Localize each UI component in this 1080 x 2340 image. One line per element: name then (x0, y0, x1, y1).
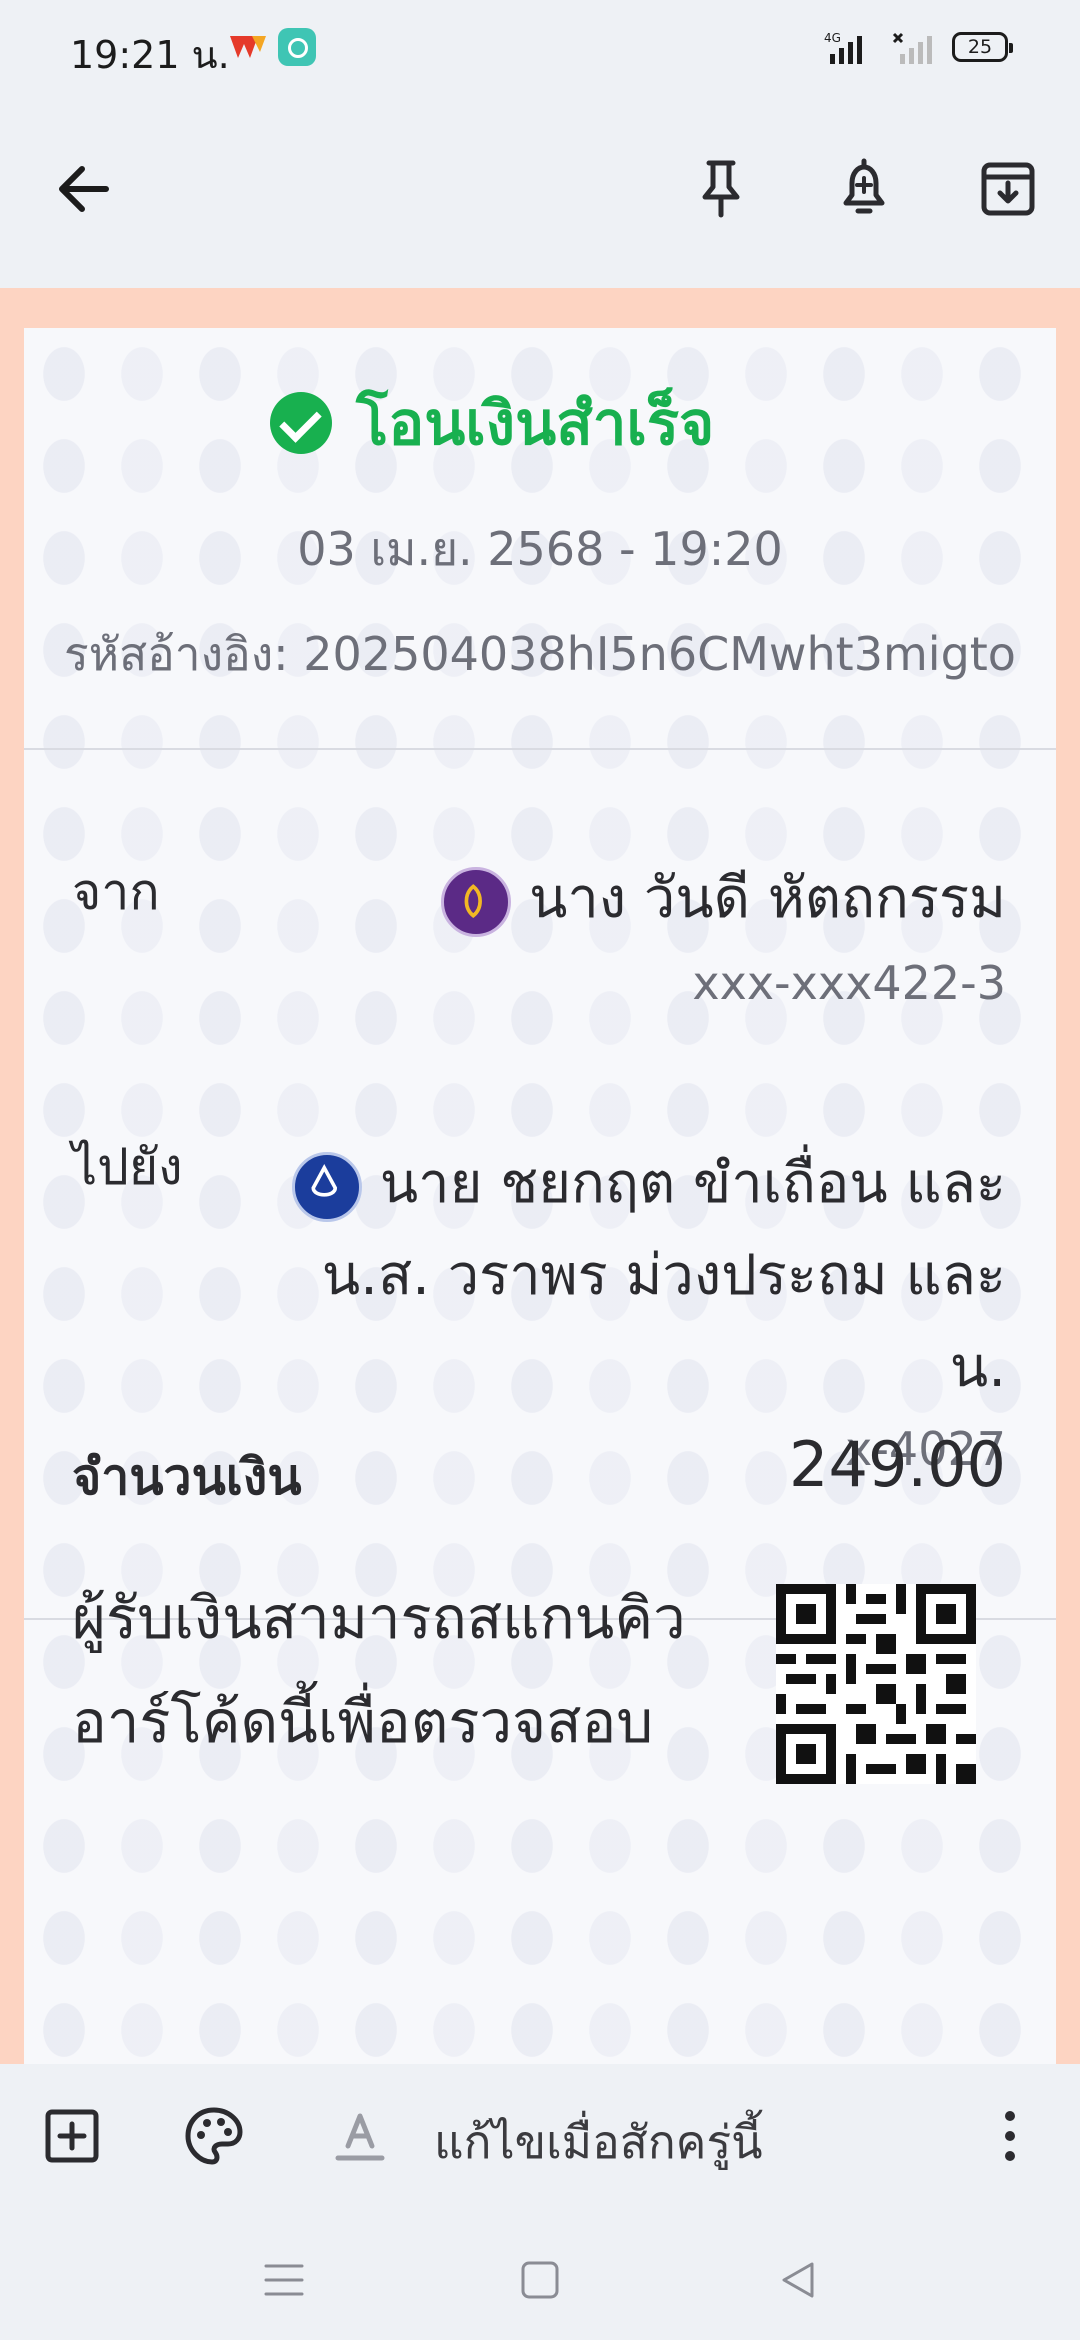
recipient-name-line-2: น.ส. วราพร ม่วงประถม และ (321, 1243, 1006, 1308)
divider (24, 748, 1056, 750)
sender-name-row: นาง วันดี หัตถกรรม (441, 853, 1006, 942)
note-content[interactable]: โอนเงินสำเร็จ 03 เม.ย. 2568 - 19:20 รหัส… (0, 288, 1080, 2064)
signal-4g-icon: 4G (824, 31, 862, 64)
edited-time-hint: แก้ไขเมื่อสักครู่นี้ (434, 2115, 763, 2169)
signal-no-service-icon (892, 32, 932, 64)
note-toolbar: แก้ไขเมื่อสักครู่นี้ (0, 2064, 1080, 2214)
status-time: 19:21 น. (70, 33, 230, 77)
status-bar: 19:21 น. 4G 25 (0, 0, 1080, 95)
to-label: ไปยัง (72, 1138, 183, 1196)
bbl-bank-logo-icon (291, 1151, 362, 1222)
more-options-icon[interactable] (978, 2104, 1042, 2168)
success-check-icon (270, 392, 332, 454)
from-label: จาก (72, 863, 160, 921)
qr-verify-line-1: ผู้รับเงินสามารถสแกนคิว (72, 1584, 686, 1652)
sender-block: นาง วันดี หัตถกรรม xxx-xxx422-3 (441, 853, 1006, 1010)
verification-qr-code (776, 1584, 976, 1784)
app-bar (0, 95, 1080, 288)
palette-icon[interactable] (182, 2104, 246, 2168)
archive-icon[interactable] (972, 153, 1044, 225)
amount-label: จำนวนเงิน (72, 1448, 302, 1506)
battery-icon: 25 (952, 32, 1013, 62)
home-square-icon[interactable] (518, 2258, 562, 2302)
chat-app-icon (278, 28, 316, 66)
transfer-datetime: 03 เม.ย. 2568 - 19:20 (297, 522, 783, 576)
reference-number: รหัสอ้างอิง: 202504038hI5n6CMwht3migto (64, 627, 1016, 681)
qr-verify-text: ผู้รับเงินสามารถสแกนคิว อาร์โค้ดนี้เพื่อ… (72, 1566, 712, 1774)
add-box-icon[interactable] (40, 2104, 104, 2168)
reminder-bell-icon[interactable] (828, 153, 900, 225)
back-arrow-icon[interactable] (48, 153, 120, 225)
amount-value: 249.00 (789, 1428, 1006, 1501)
sender-name: นาง วันดี หัตถกรรม (529, 866, 1006, 931)
transfer-slip-image: โอนเงินสำเร็จ 03 เม.ย. 2568 - 19:20 รหัส… (24, 328, 1056, 2064)
sender-account: xxx-xxx422-3 (692, 956, 1006, 1010)
scb-bank-logo-icon (441, 866, 512, 937)
recipient-block: นาย ชยกฤต ขำเถื่อน และ น.ส. วราพร ม่วงปร… (291, 1138, 1006, 1476)
recipient-name-line-3: น. (949, 1335, 1006, 1400)
pin-icon[interactable] (685, 153, 757, 225)
text-format-icon[interactable] (328, 2104, 392, 2168)
recents-menu-icon[interactable] (262, 2258, 306, 2302)
system-navigation-bar (0, 2214, 1080, 2340)
back-triangle-icon[interactable] (776, 2258, 820, 2302)
svg-text:4G: 4G (824, 31, 841, 45)
status-title: โอนเงินสำเร็จ (356, 388, 715, 459)
qr-verify-line-2: อาร์โค้ดนี้เพื่อตรวจสอบ (72, 1688, 654, 1756)
transfer-status: โอนเงินสำเร็จ (270, 378, 714, 468)
recipient-name-line-1: นาย ชยกฤต ขำเถื่อน และ (379, 1151, 1006, 1216)
notification-app-icon (230, 36, 266, 58)
recipient-name-row: นาย ชยกฤต ขำเถื่อน และ (291, 1138, 1006, 1230)
